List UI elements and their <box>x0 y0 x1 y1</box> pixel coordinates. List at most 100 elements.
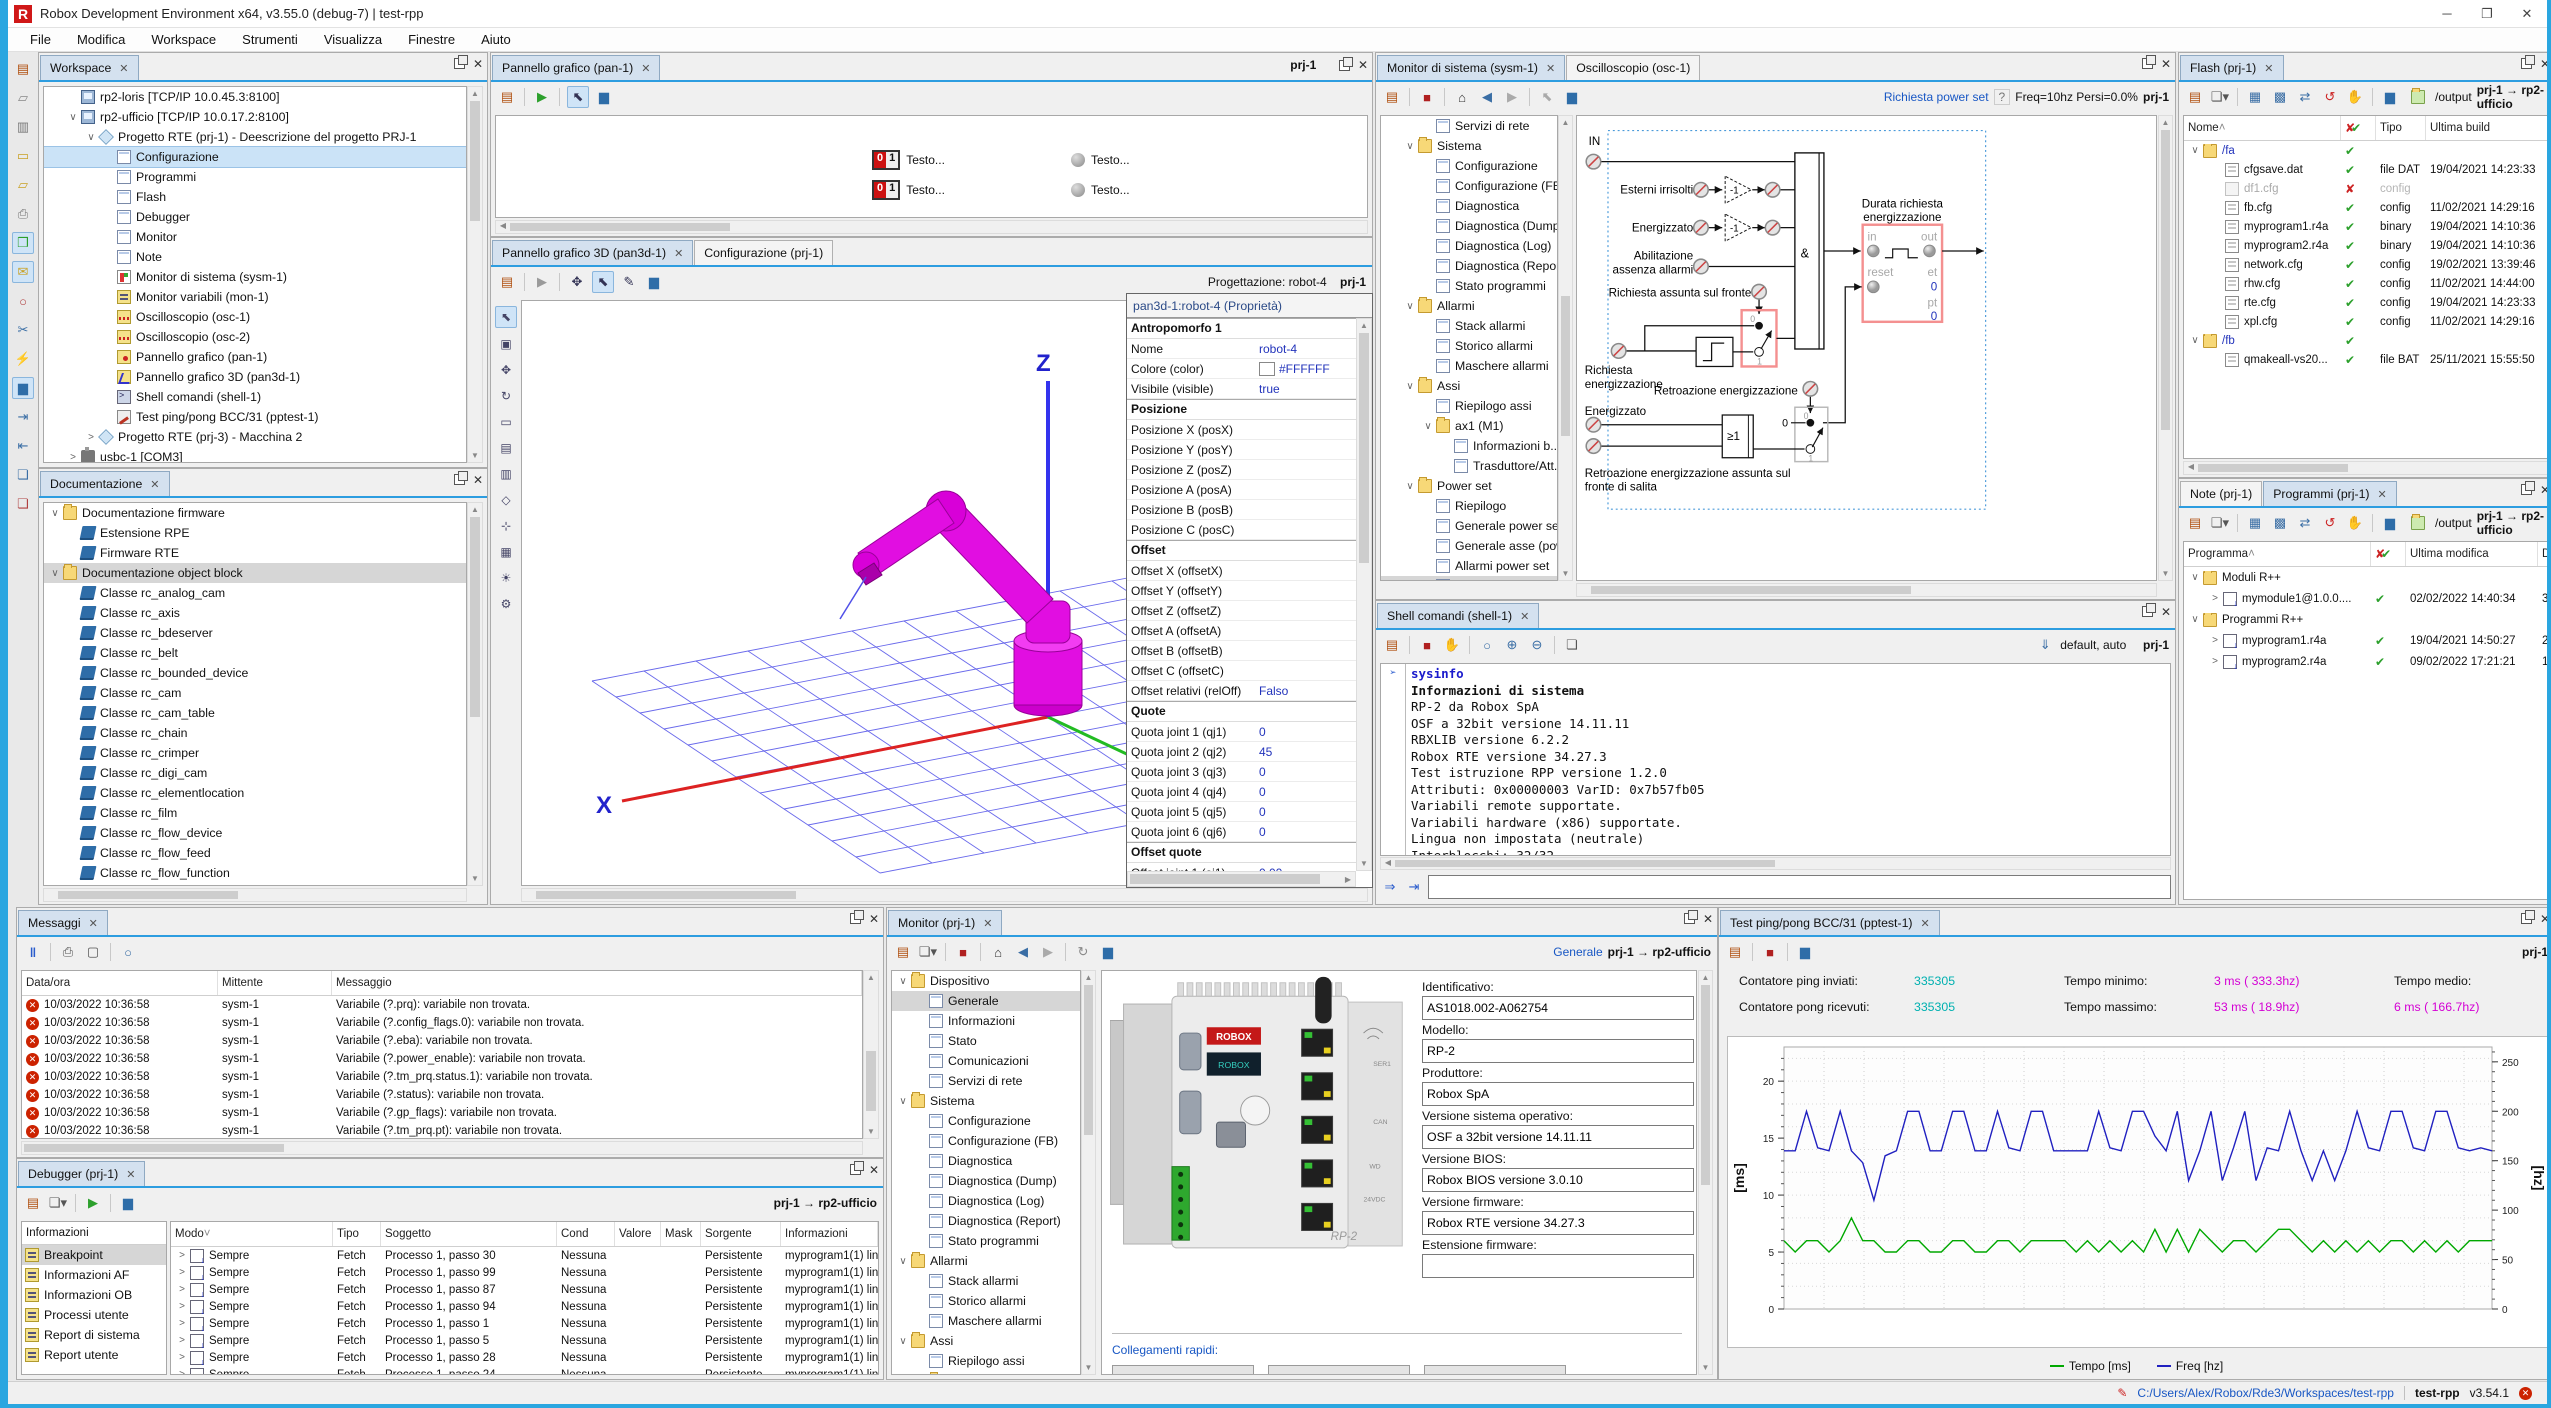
print-icon[interactable]: ⎙ <box>58 942 78 962</box>
tree-item[interactable]: Classe rc_bdeserver <box>44 623 466 643</box>
tree-item[interactable]: Monitor <box>44 227 466 247</box>
property-row[interactable]: Posizione C (posC) <box>1127 520 1356 540</box>
property-row[interactable]: Posizione Y (posY) <box>1127 440 1356 460</box>
tree-item[interactable]: Maschere allarmi <box>892 1311 1080 1331</box>
maximize-button[interactable]: ❐ <box>2467 0 2507 28</box>
zoom-in-icon[interactable]: ⊕ <box>1502 635 1522 655</box>
tree-item[interactable]: Servizi di rete <box>1381 116 1557 136</box>
tree-item[interactable]: Classe rc_cam <box>44 683 466 703</box>
tab-pptest[interactable]: Test ping/pong BCC/31 (pptest-1)✕ <box>1720 910 1940 935</box>
tree-item[interactable]: Oscilloscopio (osc-1) <box>44 307 466 327</box>
tree-item[interactable]: Classe rc_flow_function_nnph <box>44 883 466 886</box>
run-icon[interactable]: ▶ <box>532 87 552 107</box>
close-icon[interactable]: ✕ <box>1921 917 1930 930</box>
toggle-indicator[interactable]: 01 <box>872 180 900 200</box>
expander-icon[interactable]: ∨ <box>2188 145 2202 156</box>
tree-item[interactable]: Classe rc_belt <box>44 643 466 663</box>
breakpoint-row[interactable]: >SempreFetchProcesso 1, passo 24NessunaP… <box>171 1366 878 1375</box>
copy-menu-icon[interactable]: ❏▾ <box>918 942 938 962</box>
debug-info-item[interactable]: Report di sistema <box>22 1325 166 1345</box>
pause-scroll-icon[interactable]: ✋ <box>2345 87 2365 107</box>
property-row[interactable]: Offset B (offsetB) <box>1127 641 1356 661</box>
float-icon[interactable] <box>454 58 465 69</box>
debug-info-item[interactable]: Breakpoint <box>22 1245 166 1265</box>
stop-icon[interactable]: ■ <box>1417 635 1437 655</box>
expander-icon[interactable]: > <box>2208 656 2222 667</box>
expander-icon[interactable]: > <box>175 1284 189 1295</box>
tree-item[interactable]: Generale <box>892 991 1080 1011</box>
tree-item[interactable]: Classe rc_chain <box>44 723 466 743</box>
tree-item[interactable]: ∨Sistema <box>1381 136 1557 156</box>
menu-item-modifica[interactable]: Modifica <box>65 30 137 49</box>
tab-pan3d[interactable]: Pannello grafico 3D (pan3d-1)✕ <box>492 240 693 265</box>
column-header[interactable]: Mask <box>661 1222 701 1246</box>
side-view-icon[interactable]: ▥ <box>496 464 516 484</box>
expander-icon[interactable]: > <box>175 1301 189 1312</box>
iso-view-icon[interactable]: ◇ <box>496 490 516 510</box>
tree-item[interactable]: Stack allarmi <box>1381 316 1557 336</box>
send-history-icon[interactable]: ⇥ <box>1404 877 1424 897</box>
properties-icon[interactable]: ▤ <box>497 87 517 107</box>
tree-item[interactable]: rp2-loris [TCP/IP 10.0.45.3:8100] <box>44 87 466 107</box>
expander-icon[interactable]: ∨ <box>1403 141 1417 152</box>
table-row[interactable]: rte.cfg✔config19/04/2021 14:23:33 <box>2184 293 2549 312</box>
expander-icon[interactable]: > <box>84 432 98 443</box>
copy-menu-icon[interactable]: ❏▾ <box>48 1193 68 1213</box>
tree-item[interactable]: ∨Progetto RTE (prj-1) - Deescrizione del… <box>44 127 466 147</box>
tree-item[interactable]: ∨Allarmi <box>892 1251 1080 1271</box>
form-field[interactable] <box>1422 1082 1694 1106</box>
close-icon[interactable]: ✕ <box>119 62 128 75</box>
breadcrumb[interactable]: Generale <box>1553 945 1602 959</box>
tree-item[interactable]: Riepilogo assi <box>892 1351 1080 1371</box>
help-badge[interactable]: ? <box>1994 89 2011 105</box>
help-book-icon[interactable]: ▆ <box>1562 87 1582 107</box>
scrollbar-vertical[interactable]: ▲▼ <box>1698 970 1713 1375</box>
reload-icon[interactable]: ↺ <box>2320 513 2340 533</box>
table-row[interactable]: ∨Programmi R++ <box>2184 609 2549 630</box>
tab-programmi[interactable]: Programmi (prj-1)✕ <box>2263 481 2397 506</box>
table-row[interactable]: qmakeall-vs20...✔file BAT25/11/2021 15:5… <box>2184 350 2549 369</box>
tree-item[interactable]: Firmware RTE <box>44 543 466 563</box>
tree-item[interactable]: Classe rc_axis <box>44 603 466 623</box>
autoscroll-icon[interactable]: ⇓ <box>2035 635 2055 655</box>
scrollbar-vertical[interactable]: ▲▼ <box>1558 115 1573 581</box>
breakpoint-row[interactable]: >SempreFetchProcesso 1, passo 5NessunaPe… <box>171 1332 878 1349</box>
table-row[interactable]: rhw.cfg✔config11/02/2021 14:44:00 <box>2184 274 2549 293</box>
close-icon[interactable]: ✕ <box>473 59 483 69</box>
property-row[interactable]: Offset relativi (relOff)Falso <box>1127 681 1356 701</box>
pause-icon[interactable]: ‖ <box>23 942 43 962</box>
tree-item[interactable]: Monitor di sistema (sysm-1) <box>44 267 466 287</box>
property-row[interactable]: Posizione Z (posZ) <box>1127 460 1356 480</box>
export-icon[interactable]: ▱ <box>12 174 34 196</box>
tree-item[interactable]: ∨Documentazione firmware <box>44 503 466 523</box>
tree-item[interactable]: Diagnostica (Log) <box>1381 236 1557 256</box>
tree-item[interactable]: Generale asse (pow... <box>1381 536 1557 556</box>
menu-item-visualizza[interactable]: Visualizza <box>312 30 394 49</box>
float-icon[interactable] <box>2521 913 2532 924</box>
build-all-icon[interactable]: ▩ <box>2270 87 2290 107</box>
property-row[interactable]: Colore (color)#FFFFFF <box>1127 359 1356 379</box>
breakpoint-row[interactable]: >SempreFetchProcesso 1, passo 28NessunaP… <box>171 1349 878 1366</box>
close-icon[interactable]: ✕ <box>126 1168 135 1181</box>
tab-documentazione[interactable]: Documentazione✕ <box>40 471 170 496</box>
table-row[interactable]: >mymodule1@1.0.0....✔02/02/2022 14:40:34… <box>2184 588 2549 609</box>
tree-item[interactable]: Classe rc_elementlocation <box>44 783 466 803</box>
search-icon[interactable]: ○ <box>12 290 34 312</box>
powerset-button[interactable]: Power set <box>1424 1365 1566 1375</box>
properties-icon[interactable]: ▤ <box>12 58 34 80</box>
tab-debugger[interactable]: Debugger (prj-1)✕ <box>18 1161 145 1186</box>
tree-item[interactable]: ∨Allarmi <box>1381 296 1557 316</box>
tree-item[interactable]: Classe rc_crimper <box>44 743 466 763</box>
close-windows-icon[interactable]: ❏ <box>12 493 34 515</box>
tree-item[interactable]: Stato programmi <box>1381 276 1557 296</box>
table-row[interactable]: network.cfg✔config19/02/2021 13:39:46 <box>2184 255 2549 274</box>
form-field[interactable] <box>1422 1125 1694 1149</box>
settings-icon[interactable]: ⚙ <box>496 594 516 614</box>
tree-item[interactable]: Shell comandi (shell-1) <box>44 387 466 407</box>
property-row[interactable]: Quota joint 1 (qj1)0 <box>1127 722 1356 742</box>
tab-monitor[interactable]: Monitor (prj-1)✕ <box>888 910 1002 935</box>
close-icon[interactable]: ✕ <box>641 62 650 75</box>
close-icon[interactable]: ✕ <box>2161 607 2171 617</box>
close-icon[interactable]: ✕ <box>473 475 483 485</box>
tree-item[interactable]: ∨Assi <box>1381 376 1557 396</box>
